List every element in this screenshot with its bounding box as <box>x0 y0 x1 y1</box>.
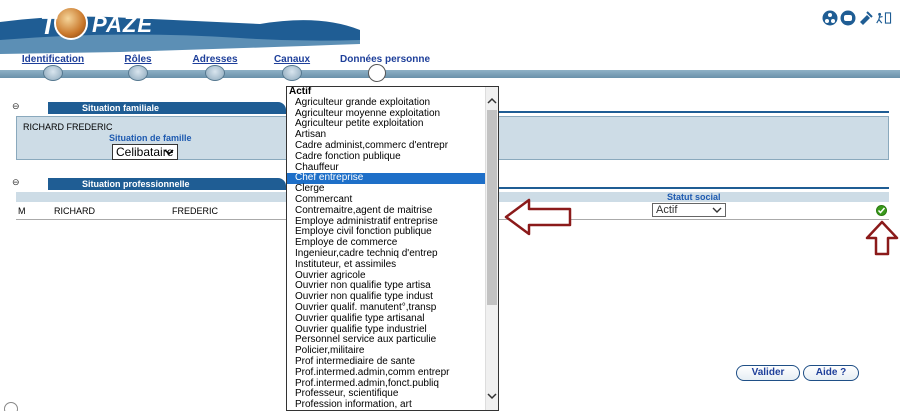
app-header: T PAZE <box>0 0 900 60</box>
section-title: Situation professionnelle <box>82 179 190 189</box>
validate-check-icon[interactable] <box>876 205 887 216</box>
step-dot-current[interactable] <box>368 64 386 82</box>
exit-icon[interactable] <box>876 10 892 26</box>
step-label[interactable]: Identification <box>18 54 88 65</box>
logo-text: PAZE <box>92 12 154 37</box>
step-label[interactable]: Canaux <box>270 54 314 65</box>
step-adresses[interactable]: Adresses <box>190 54 240 81</box>
cell-civilite: M <box>18 206 26 216</box>
status-circle-icon <box>4 402 18 411</box>
annotation-arrow-left-icon <box>504 198 572 236</box>
chevron-down-icon <box>712 207 722 213</box>
step-dot[interactable] <box>128 65 148 81</box>
collapse-familiale-icon[interactable]: ⊖ <box>12 101 20 112</box>
app-logo: T PAZE <box>40 10 154 40</box>
dropdown-option[interactable]: Contremaitre,agent de maitrise <box>287 205 498 217</box>
header-toolbar <box>822 10 892 26</box>
section-rule <box>498 187 889 189</box>
step-identification[interactable]: Identification <box>18 54 88 81</box>
step-roles[interactable]: Rôles <box>118 54 158 81</box>
valider-button[interactable]: Valider <box>736 365 800 381</box>
phone-icon[interactable] <box>840 10 856 26</box>
dropdown-option[interactable]: Agriculteur grande exploitation <box>287 97 498 109</box>
scroll-up-icon[interactable] <box>487 97 497 107</box>
scroll-down-icon[interactable] <box>487 392 497 402</box>
network-icon[interactable] <box>822 10 838 26</box>
dropdown-option[interactable]: Prof.intermed.admin,comm entrepr <box>287 367 498 379</box>
section-title: Situation familiale <box>82 103 160 113</box>
dropdown-option[interactable]: Instituteur, et assimiles <box>287 259 498 271</box>
cell-nom: RICHARD <box>54 206 96 216</box>
dropdown-option[interactable]: Cadre fonction publique <box>287 151 498 163</box>
collapse-professionnelle-icon[interactable]: ⊖ <box>12 177 20 188</box>
dropdown-scrollbar[interactable] <box>485 87 498 410</box>
situation-famille-label: Situation de famille <box>109 133 192 143</box>
chevron-down-icon <box>164 149 174 156</box>
logo-letter-t: T <box>40 10 57 40</box>
statut-social-select[interactable]: Actif <box>652 203 726 217</box>
section-tab-familiale: Situation familiale <box>48 102 286 114</box>
dropdown-option[interactable]: Profession information, art <box>287 399 498 410</box>
step-donnees-personne[interactable]: Données personne <box>340 54 430 82</box>
cell-prenom: FREDERIC <box>172 206 219 216</box>
scrollbar-thumb[interactable] <box>487 110 497 305</box>
column-statut-social: Statut social <box>667 192 721 202</box>
statut-social-dropdown-list[interactable]: Actif Agriculteur grande exploitation Ag… <box>286 86 499 411</box>
wizard-steps: Identification Rôles Adresses Canaux Don… <box>0 54 900 84</box>
step-dot[interactable] <box>43 65 63 81</box>
topaze-logo-globe <box>54 6 88 40</box>
step-dot[interactable] <box>205 65 225 81</box>
tools-icon[interactable] <box>858 10 874 26</box>
step-canaux[interactable]: Canaux <box>270 54 314 81</box>
section-tab-professionnelle: Situation professionnelle <box>48 178 286 190</box>
select-value: Actif <box>656 204 678 216</box>
annotation-arrow-up-icon <box>865 220 899 256</box>
section-rule <box>498 111 889 113</box>
step-dot[interactable] <box>282 65 302 81</box>
step-label[interactable]: Rôles <box>118 54 158 65</box>
aide-button[interactable]: Aide ? <box>803 365 859 381</box>
person-name: RICHARD FREDERIC <box>23 122 113 132</box>
dropdown-option[interactable]: Ouvrier qualifie type artisanal <box>287 313 498 325</box>
step-label[interactable]: Adresses <box>190 54 240 65</box>
situation-famille-select[interactable]: Celibataire <box>112 144 178 160</box>
